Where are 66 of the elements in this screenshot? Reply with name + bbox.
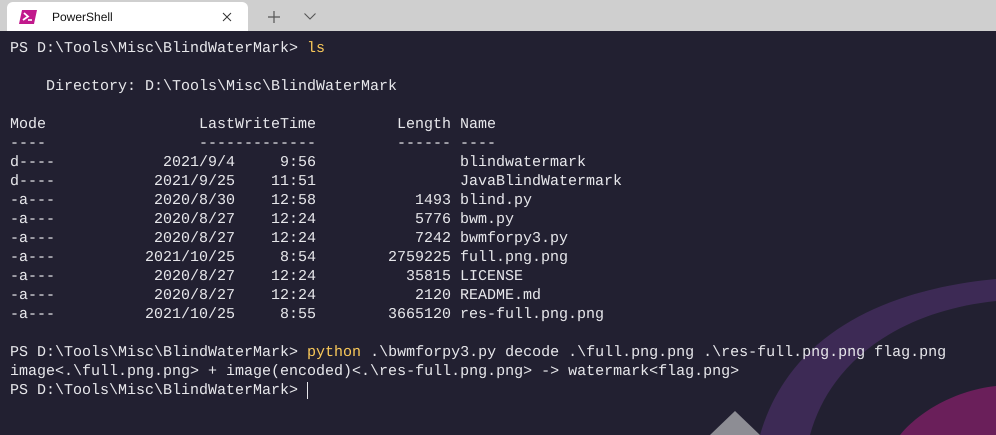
column-header: Mode [10, 116, 46, 133]
date-cell: 2021/10/25 [145, 249, 236, 266]
dropdown-caret-icon[interactable] [304, 13, 316, 20]
length-cell: 35815 [406, 268, 452, 285]
tab[interactable]: PowerShell [7, 2, 248, 31]
name-cell: LICENSE [460, 268, 524, 285]
date-cell: 2021/10/25 [145, 306, 236, 323]
length-cell: 2120 [415, 287, 452, 304]
new-tab-icon[interactable] [268, 10, 280, 22]
name-cell: blind.py [460, 192, 532, 209]
time-cell: 8:54 [280, 249, 316, 266]
prompt: PS D:\Tools\Misc\BlindWaterMark> [10, 343, 298, 362]
name-cell: README.md [460, 287, 542, 304]
column-rule: ------ [397, 135, 452, 152]
name-cell: blindwatermark [460, 154, 586, 171]
column-header: Length [397, 116, 452, 133]
name-cell: res-full.png.png [460, 306, 604, 323]
time-cell: 12:24 [271, 230, 316, 247]
command: ls [307, 39, 326, 58]
column-rule: ---- [460, 135, 496, 152]
time-cell: 11:51 [271, 173, 316, 190]
time-cell: 12:24 [271, 287, 316, 304]
time-cell: 12:24 [271, 211, 316, 228]
prompt: PS D:\Tools\Misc\BlindWaterMark> [10, 381, 298, 400]
time-cell: 12:58 [271, 192, 316, 209]
column-rule: ---- [10, 135, 46, 152]
time-cell: 12:24 [271, 268, 316, 285]
mode-cell: -a--- [10, 230, 56, 247]
time-cell: 9:56 [280, 154, 316, 171]
tab-title: PowerShell [52, 8, 113, 26]
terminal-logo-icon [19, 10, 37, 24]
prompt: PS D:\Tools\Misc\BlindWaterMark> [10, 39, 298, 58]
name-cell: bwm.py [460, 211, 514, 228]
length-cell: 5776 [415, 211, 452, 228]
length-cell: 3665120 [388, 306, 452, 323]
mode-cell: -a--- [10, 268, 56, 285]
name-cell: bwmforpy3.py [460, 230, 568, 247]
mode-cell: d---- [10, 154, 56, 171]
length-cell: 7242 [415, 230, 452, 247]
date-cell: 2021/9/25 [154, 173, 236, 190]
length-cell: 1493 [415, 192, 452, 209]
name-cell: JavaBlindWatermark [460, 173, 622, 190]
date-cell: 2020/8/27 [154, 230, 236, 247]
text-cursor [307, 382, 308, 399]
column-header: LastWriteTime [199, 116, 316, 133]
mode-cell: -a--- [10, 287, 56, 304]
column-rule: ------------- [199, 135, 316, 152]
time-cell: 8:55 [280, 306, 316, 323]
name-cell: full.png.png [460, 249, 568, 266]
date-cell: 2021/9/4 [163, 154, 236, 171]
date-cell: 2020/8/27 [154, 211, 236, 228]
directory-heading: Directory: D:\Tools\Misc\BlindWaterMark [45, 77, 398, 96]
mode-cell: -a--- [10, 211, 56, 228]
date-cell: 2020/8/27 [154, 287, 236, 304]
date-cell: 2020/8/30 [154, 192, 236, 209]
command-output: image<.\full.png.png> + image(encoded)<.\res-full.png.png> -> watermark<flag.png> [10, 362, 740, 381]
close-icon[interactable] [222, 12, 232, 22]
date-cell: 2020/8/27 [154, 268, 236, 285]
command-arguments: .\bwmforpy3.py decode .\full.png.png .\res-full.png.png flag.png [370, 343, 946, 362]
mode-cell: d---- [10, 173, 56, 190]
length-cell: 2759225 [388, 249, 452, 266]
mode-cell: -a--- [10, 192, 56, 209]
mode-cell: -a--- [10, 306, 56, 323]
column-header: Name [460, 116, 496, 133]
command: python [307, 343, 362, 362]
mode-cell: -a--- [10, 249, 56, 266]
